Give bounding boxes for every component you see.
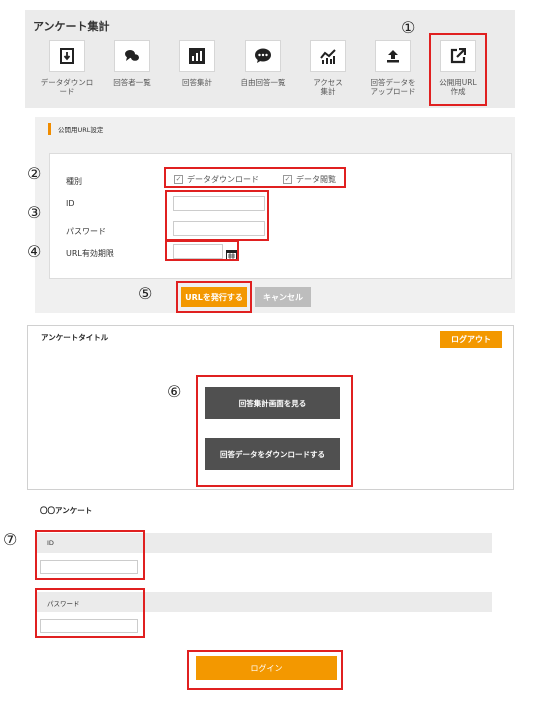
highlight-box-6 (196, 375, 353, 487)
survey-title: アンケートタイトル (41, 333, 109, 342)
tool-label: 回答データを アップロード (370, 78, 416, 96)
marker-3: ③ (27, 203, 42, 222)
marker-7: ⑦ (3, 530, 18, 549)
tool-free-answers[interactable]: 自由回答一覧 (228, 40, 298, 87)
marker-4: ④ (27, 242, 42, 261)
section-accent-bar (48, 123, 51, 135)
password-label: パスワード (66, 227, 106, 236)
highlight-box-7a (35, 530, 145, 580)
highlight-box-2 (164, 167, 346, 188)
marker-5: ⑤ (138, 284, 153, 303)
marker-1: ① (401, 18, 416, 37)
tool-data-download[interactable]: データダウンロ ード (32, 40, 102, 96)
url-settings-title: 公開用URL設定 (58, 126, 104, 134)
highlight-box-3 (165, 190, 269, 241)
download-doc-icon (49, 40, 85, 72)
marker-6: ⑥ (167, 382, 182, 401)
id-label: ID (66, 199, 75, 208)
bar-chart-icon (179, 40, 215, 72)
tool-upload-answers[interactable]: 回答データを アップロード (358, 40, 428, 96)
upload-icon (375, 40, 411, 72)
highlight-box-5 (176, 281, 252, 313)
expiry-label: URL有効期限 (66, 249, 114, 258)
speech-bubble-icon (245, 40, 281, 72)
tool-access-stats[interactable]: アクセス 集計 (293, 40, 363, 96)
highlight-box-1 (429, 33, 487, 106)
tool-respondents[interactable]: 回答者一覧 (97, 40, 167, 87)
tool-label: 回答集計 (182, 78, 212, 87)
tool-response-summary[interactable]: 回答集計 (162, 40, 232, 87)
tool-label: アクセス 集計 (313, 78, 343, 96)
highlight-box-7b (35, 588, 145, 638)
login-title: 〇〇アンケート (40, 506, 93, 515)
logout-button[interactable]: ログアウト (440, 331, 502, 348)
tool-label: データダウンロ ード (40, 78, 94, 96)
cancel-button[interactable]: キャンセル (255, 287, 311, 307)
highlight-box-8 (187, 650, 343, 690)
line-chart-icon (310, 40, 346, 72)
tool-label: 回答者一覧 (113, 78, 151, 87)
type-label: 種別 (66, 177, 82, 186)
marker-2: ② (27, 164, 42, 183)
survey-admin-title: アンケート集計 (33, 20, 110, 33)
chat-bubbles-icon (114, 40, 150, 72)
tool-label: 自由回答一覧 (240, 78, 286, 87)
highlight-box-4 (165, 240, 239, 261)
